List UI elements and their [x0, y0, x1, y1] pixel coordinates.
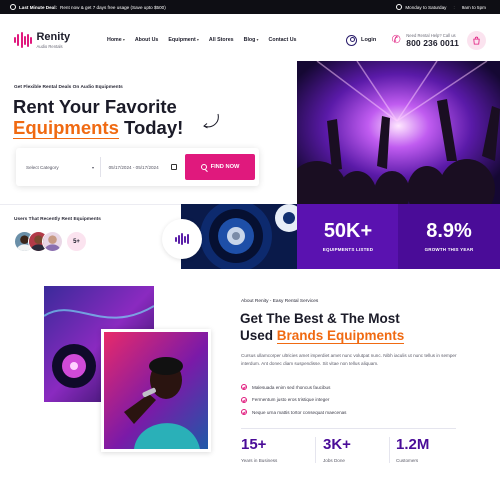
brand-name: Renity	[36, 30, 71, 43]
brand-tagline: Audio Rentals	[36, 43, 63, 49]
recent-users-avatars: 5+	[14, 231, 87, 252]
company-stats: 15+ Years in Business 3K+ Jobs Done 1.2M…	[241, 437, 465, 463]
stat-label: GROWTH THIS YEAR	[424, 247, 474, 252]
about-title-prefix: Used	[240, 327, 277, 343]
hero-subtitle: Get Flexible Rental Deals On Audio Equip…	[14, 85, 123, 90]
shopping-bag-icon	[473, 36, 480, 45]
recent-users-label: Users That Recently Rent Equipments	[14, 217, 101, 222]
help-contact[interactable]: ✆ Need Rental Help? Call us 800 236 0011	[390, 33, 459, 48]
singer-image	[101, 329, 211, 452]
about-title-accent: Brands Equipments	[276, 327, 405, 344]
nav-contact[interactable]: Contact Us	[269, 37, 297, 43]
kpi-value: 3K+	[323, 436, 351, 453]
stat-value: 50K+	[323, 220, 373, 242]
hero-title-line1: Rent Your Favorite	[13, 96, 177, 117]
list-item: Neque urna mattis tortor consequat maece…	[241, 406, 346, 419]
phone-number: 800 236 0011	[406, 37, 459, 48]
list-item: Malesuada enim sed rhoncus faucibus	[241, 381, 346, 394]
category-select[interactable]: Select Category	[26, 165, 100, 170]
clock-icon	[396, 4, 403, 10]
business-days: Monday to Saturday	[405, 4, 447, 10]
soundwave-icon	[175, 233, 189, 245]
curved-arrow-icon	[203, 113, 219, 129]
stat-growth: 8.9% GROWTH THIS YEAR	[398, 204, 500, 269]
nav-blog[interactable]: Blog	[244, 37, 259, 43]
login-link[interactable]: Login	[346, 34, 377, 46]
find-now-label: FIND NOW	[210, 164, 240, 170]
about-description: Cursus ullamcorper ultricies amet imperd…	[241, 353, 457, 366]
nav-home[interactable]: Home	[107, 37, 125, 43]
help-label: Need Rental Help? Call us	[406, 32, 456, 38]
check-circle-icon	[241, 396, 247, 403]
hero-title-accent: Equipments	[13, 117, 119, 139]
divider	[241, 428, 456, 429]
soundwave-icon	[14, 32, 33, 48]
check-circle-icon	[241, 384, 247, 391]
announcement-bar: Last Minute Deal: Rent now & get 7 days …	[0, 0, 500, 14]
kpi-customers: 1.2M Customers	[390, 437, 465, 463]
date-range-field[interactable]: 05/17/2024 - 05/17/2024	[101, 164, 185, 170]
login-label: Login	[361, 37, 377, 43]
shopping-bag-button[interactable]	[467, 30, 486, 50]
stat-equipments-listed: 50K+ EQUIPMENTS LISTED	[297, 204, 399, 269]
about-title: Get The Best & The Most Used Brands Equi…	[240, 311, 490, 344]
feature-text: Neque urna mattis tortor consequat maece…	[252, 409, 347, 415]
stat-label: EQUIPMENTS LISTED	[322, 247, 374, 252]
stat-value: 8.9%	[426, 220, 472, 242]
kpi-value: 15+	[241, 436, 267, 453]
hero-title-rest: Today!	[118, 117, 184, 138]
kpi-value: 1.2M	[396, 436, 430, 453]
divider	[0, 204, 182, 205]
business-hours: 9am to 5pm	[461, 4, 486, 10]
more-users-badge[interactable]: 5+	[66, 231, 87, 252]
avatar[interactable]	[42, 231, 63, 252]
logo[interactable]: Renity Audio Rentals	[14, 30, 94, 49]
user-icon	[346, 34, 358, 46]
calendar-icon	[171, 164, 177, 170]
about-title-line1: Get The Best & The Most	[240, 311, 400, 326]
search-icon	[200, 164, 207, 170]
check-circle-icon	[241, 409, 247, 416]
main-nav: Home About Us Equipment All Stores Blog …	[107, 37, 297, 43]
kpi-years: 15+ Years in Business	[241, 437, 316, 463]
kpi-label: Years in Business	[241, 458, 278, 463]
nav-about[interactable]: About Us	[135, 37, 159, 43]
feature-text: Fermentum justo eros tristique integer	[252, 397, 330, 403]
kpi-label: Customers	[396, 458, 419, 463]
date-range-value: 05/17/2024 - 05/17/2024	[108, 164, 159, 170]
kpi-jobs: 3K+ Jobs Done	[316, 437, 390, 463]
hero-title: Rent Your Favorite Equipments Today!	[13, 96, 184, 139]
nav-stores[interactable]: All Stores	[209, 37, 234, 43]
phone-icon: ✆	[391, 34, 401, 46]
concert-crowd-image	[297, 61, 500, 205]
find-now-button[interactable]: FIND NOW	[185, 154, 255, 180]
lightning-icon	[10, 4, 16, 10]
deal-text: Rent now & get 7 days free usage (Save u…	[60, 4, 166, 10]
kpi-label: Jobs Done	[323, 458, 345, 463]
list-item: Fermentum justo eros tristique integer	[241, 394, 346, 407]
feature-list: Malesuada enim sed rhoncus faucibus Ferm…	[241, 381, 346, 419]
site-header: Renity Audio Rentals Home About Us Equip…	[0, 14, 500, 66]
rental-search-form: Select Category 05/17/2024 - 05/17/2024 …	[16, 148, 259, 186]
deal-label: Last Minute Deal:	[19, 4, 58, 10]
about-subtitle: About Renity - Easy Rental Services	[241, 299, 319, 304]
feature-text: Malesuada enim sed rhoncus faucibus	[252, 384, 331, 390]
brand-badge	[162, 219, 202, 259]
nav-equipment[interactable]: Equipment	[168, 37, 199, 43]
